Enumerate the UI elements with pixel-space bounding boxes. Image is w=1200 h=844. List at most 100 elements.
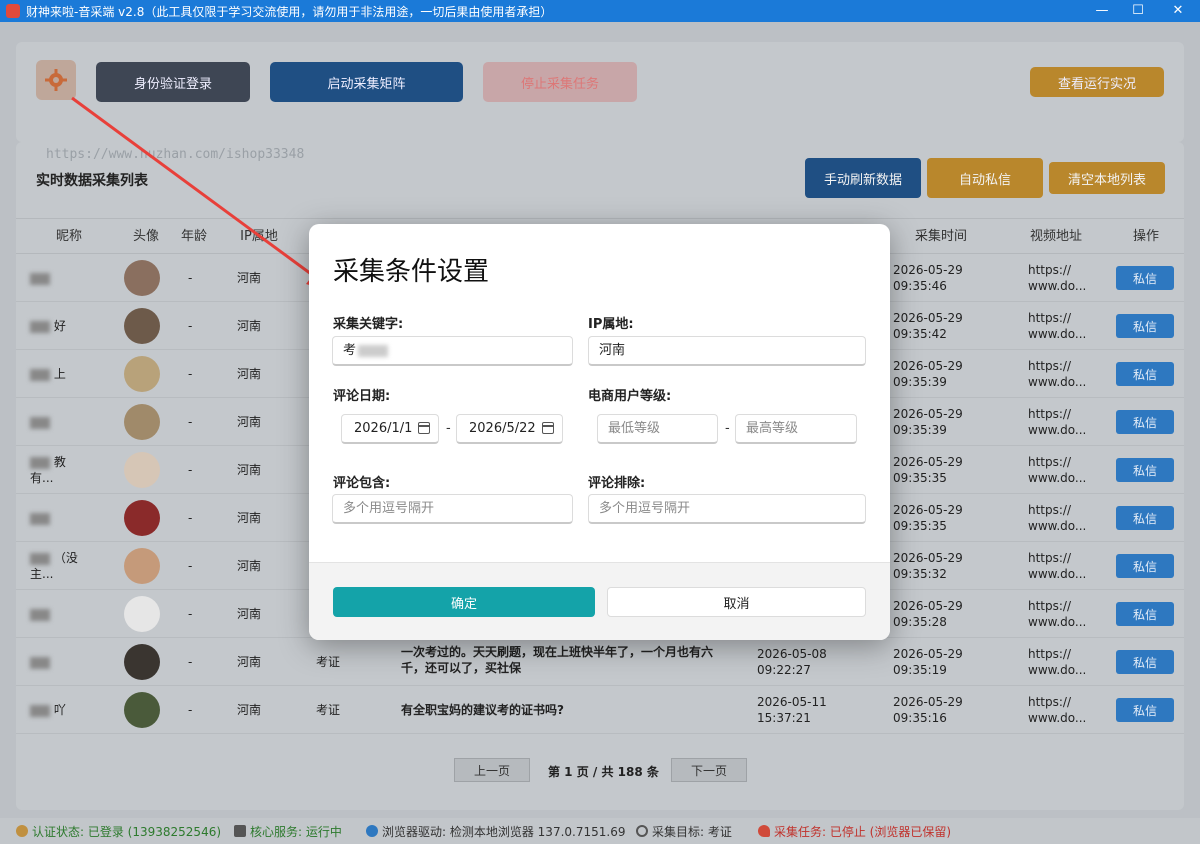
collect-clock: 09:35:46 xyxy=(893,279,947,293)
comment-time-cell: 2026-05-08 09:22:27 xyxy=(757,646,827,678)
redacted-text xyxy=(30,416,50,429)
status-browser-text: 浏览器驱动: 检测本地浏览器 137.0.7151.69 xyxy=(382,824,626,839)
collect-date: 2026-05-29 xyxy=(893,647,963,661)
private-message-button[interactable]: 私信 xyxy=(1116,650,1174,674)
status-target: 采集目标: 考证 xyxy=(636,818,732,844)
header-video-url: 视频地址 xyxy=(1029,229,1082,244)
collect-time-cell: 2026-05-29 09:35:42 xyxy=(893,310,963,342)
private-message-button[interactable]: 私信 xyxy=(1116,554,1174,578)
redacted-text xyxy=(30,608,50,621)
private-message-button[interactable]: 私信 xyxy=(1116,266,1174,290)
nickname-cell: 吖 xyxy=(30,702,110,718)
video-url-cell[interactable]: https:// www.do... xyxy=(1028,358,1086,390)
nickname-text: 吖 xyxy=(50,703,66,717)
collect-time-cell: 2026-05-29 09:35:32 xyxy=(893,550,963,582)
video-url-cell[interactable]: https:// www.do... xyxy=(1028,598,1086,630)
login-button[interactable]: 身份验证登录 xyxy=(96,62,250,102)
date-to-picker[interactable]: 2026/5/22 xyxy=(456,414,563,444)
collect-date: 2026-05-29 xyxy=(893,695,963,709)
redacted-text xyxy=(30,456,50,469)
video-url-line2: www.do... xyxy=(1028,519,1087,533)
keyword-input[interactable]: 考 xyxy=(332,336,573,366)
age-cell: - xyxy=(188,703,193,717)
collect-date: 2026-05-29 xyxy=(893,455,963,469)
toolbar-panel: 身份验证登录 启动采集矩阵 停止采集任务 查看运行实况 xyxy=(16,42,1184,142)
status-core: 核心服务: 运行中 xyxy=(234,818,342,844)
video-url-line2: www.do... xyxy=(1028,615,1087,629)
age-cell: - xyxy=(188,511,193,525)
redacted-text xyxy=(30,320,50,333)
settings-button[interactable] xyxy=(36,60,76,100)
video-url-line2: www.do... xyxy=(1028,327,1087,341)
header-avatar: 头像 xyxy=(132,229,159,244)
collect-time-cell: 2026-05-29 09:35:39 xyxy=(893,358,963,390)
private-message-button[interactable]: 私信 xyxy=(1116,458,1174,482)
include-label: 评论包含: xyxy=(333,476,391,491)
age-cell: - xyxy=(188,271,193,285)
video-url-line2: www.do... xyxy=(1028,423,1087,437)
video-url-cell[interactable]: https:// www.do... xyxy=(1028,646,1086,678)
refresh-data-button[interactable]: 手动刷新数据 xyxy=(805,158,921,198)
video-url-cell[interactable]: https:// www.do... xyxy=(1028,502,1086,534)
avatar xyxy=(124,356,160,392)
level-max-input[interactable]: 最高等级 xyxy=(735,414,857,444)
comment-date: 2026-05-08 xyxy=(757,647,827,661)
private-message-button[interactable]: 私信 xyxy=(1116,410,1174,434)
redacted-text xyxy=(30,704,50,717)
status-bar: 认证状态: 已登录 (13938252546) 核心服务: 运行中 浏览器驱动:… xyxy=(0,818,1200,844)
redacted-text xyxy=(358,344,389,357)
ip-input[interactable]: 河南 xyxy=(588,336,866,366)
video-url-cell[interactable]: https:// www.do... xyxy=(1028,406,1086,438)
dialog-title: 采集条件设置 xyxy=(333,257,490,287)
header-ip: IP属地 xyxy=(240,229,278,244)
level-min-input[interactable]: 最低等级 xyxy=(597,414,718,444)
include-input[interactable]: 多个用逗号隔开 xyxy=(332,494,573,524)
header-age: 年龄 xyxy=(180,229,207,244)
confirm-button[interactable]: 确定 xyxy=(333,587,595,617)
video-url-cell[interactable]: https:// www.do... xyxy=(1028,550,1086,582)
video-url-cell[interactable]: https:// www.do... xyxy=(1028,262,1086,294)
video-url-line2: www.do... xyxy=(1028,279,1087,293)
nickname-cell xyxy=(30,606,110,622)
close-button[interactable]: ✕ xyxy=(1158,0,1198,22)
private-message-button[interactable]: 私信 xyxy=(1116,698,1174,722)
nickname-cell: （没 主... xyxy=(30,550,110,582)
redacted-text xyxy=(30,552,50,565)
date-from-picker[interactable]: 2026/1/1 xyxy=(341,414,439,444)
dialog-footer: 确定 取消 xyxy=(309,562,890,640)
stop-collect-button[interactable]: 停止采集任务 xyxy=(483,62,637,102)
video-url-cell[interactable]: https:// www.do... xyxy=(1028,310,1086,342)
video-url-line1: https:// xyxy=(1028,263,1072,277)
video-url-cell[interactable]: https:// www.do... xyxy=(1028,694,1086,726)
comment-clock: 15:37:21 xyxy=(757,711,811,725)
private-message-button[interactable]: 私信 xyxy=(1116,362,1174,386)
calendar-icon xyxy=(542,422,554,434)
view-status-button[interactable]: 查看运行实况 xyxy=(1030,67,1164,97)
private-message-button[interactable]: 私信 xyxy=(1116,602,1174,626)
collect-clock: 09:35:35 xyxy=(893,519,947,533)
video-url-cell[interactable]: https:// www.do... xyxy=(1028,454,1086,486)
video-url-line2: www.do... xyxy=(1028,663,1087,677)
maximize-button[interactable]: ☐ xyxy=(1118,0,1158,22)
clear-list-button[interactable]: 清空本地列表 xyxy=(1049,162,1165,194)
exclude-input[interactable]: 多个用逗号隔开 xyxy=(588,494,866,524)
prev-page-button[interactable]: 上一页 xyxy=(454,758,530,782)
avatar xyxy=(124,404,160,440)
video-url-line1: https:// xyxy=(1028,503,1072,517)
avatar xyxy=(124,548,160,584)
avatar xyxy=(124,452,160,488)
collect-date: 2026-05-29 xyxy=(893,503,963,517)
private-message-button[interactable]: 私信 xyxy=(1116,314,1174,338)
list-title: 实时数据采集列表 xyxy=(36,173,148,189)
video-url-line1: https:// xyxy=(1028,695,1072,709)
private-message-button[interactable]: 私信 xyxy=(1116,506,1174,530)
auto-dm-button[interactable]: 自动私信 xyxy=(927,158,1043,198)
minimize-button[interactable]: — xyxy=(1082,0,1122,22)
cancel-button[interactable]: 取消 xyxy=(607,587,866,617)
date-to-value: 2026/5/22 xyxy=(469,421,536,436)
video-url-line1: https:// xyxy=(1028,311,1072,325)
header-collect-time: 采集时间 xyxy=(914,229,967,244)
start-collect-button[interactable]: 启动采集矩阵 xyxy=(270,62,463,102)
avatar xyxy=(124,692,160,728)
next-page-button[interactable]: 下一页 xyxy=(671,758,747,782)
